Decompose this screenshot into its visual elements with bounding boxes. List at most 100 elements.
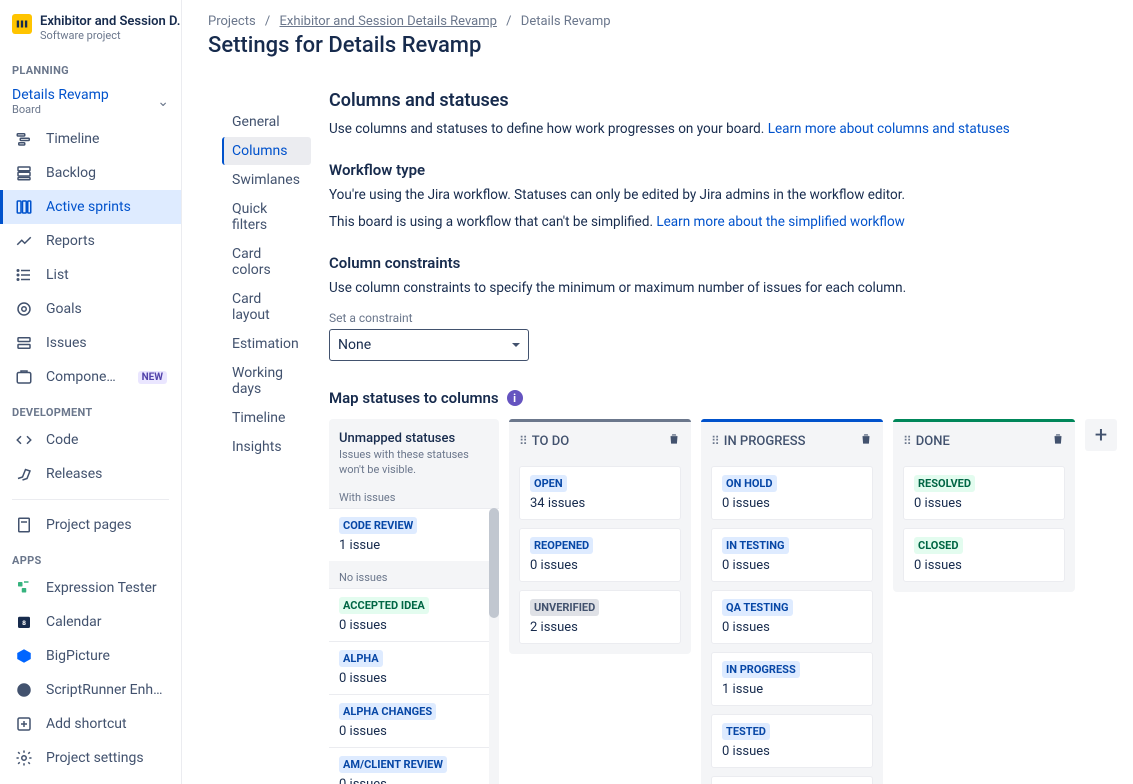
workflow-desc-1: You're using the Jira workflow. Statuses…: [329, 185, 1117, 207]
status-lozenge: ON HOLD: [722, 475, 777, 492]
settings-nav-working-days[interactable]: Working days: [222, 359, 311, 403]
sidebar-item-bigpicture[interactable]: BigPicture: [0, 639, 181, 673]
column-title[interactable]: DONE: [916, 434, 950, 449]
status-row[interactable]: ALPHA0 issues: [329, 641, 499, 694]
columns-learn-more-link[interactable]: Learn more about columns and statuses: [768, 121, 1010, 137]
status-card[interactable]: IN TESTING 0 issues: [711, 528, 873, 582]
project-subtitle: Software project: [40, 29, 182, 42]
drag-handle-icon[interactable]: ⠿: [711, 435, 718, 447]
scriptrunner-icon: [14, 680, 34, 700]
board-selector[interactable]: Details Revamp Board ⌄: [0, 81, 181, 122]
sidebar-item-scriptrunner[interactable]: ScriptRunner Enhanced ...: [0, 673, 181, 707]
issue-count: 0 issues: [339, 724, 489, 739]
issue-count: 0 issues: [339, 777, 489, 784]
section-dev-label: DEVELOPMENT: [0, 394, 181, 423]
issues-icon: [14, 333, 34, 353]
issue-count: 34 issues: [530, 496, 670, 511]
scrollbar[interactable]: [489, 508, 499, 784]
status-card[interactable]: REOPENED 0 issues: [519, 528, 681, 582]
breadcrumb-project-link[interactable]: Exhibitor and Session Details Revamp: [280, 14, 497, 29]
sidebar-item-expression-tester[interactable]: Expression Tester: [0, 571, 181, 605]
nav-label: List: [46, 267, 69, 283]
status-card[interactable]: RESOLVED 0 issues: [903, 466, 1065, 520]
nav-label: BigPicture: [46, 648, 110, 664]
delete-column-icon[interactable]: [859, 432, 873, 450]
bigpicture-icon: [14, 646, 34, 666]
status-card[interactable]: UNVERIFIED 2 issues: [519, 590, 681, 644]
sidebar-item-reports[interactable]: Reports: [0, 224, 181, 258]
status-card[interactable]: OPEN 34 issues: [519, 466, 681, 520]
columns-desc: Use columns and statuses to define how w…: [329, 119, 1117, 141]
info-icon[interactable]: i: [507, 390, 523, 406]
status-row[interactable]: CODE REVIEW1 issue: [329, 508, 499, 561]
sidebar-item-active-sprints[interactable]: Active sprints: [0, 190, 181, 224]
settings-nav-swimlanes[interactable]: Swimlanes: [222, 166, 311, 194]
settings-nav-general[interactable]: General: [222, 108, 311, 136]
chevron-down-icon: ⌄: [157, 94, 169, 110]
status-card[interactable]: ON HOLD 0 issues: [711, 466, 873, 520]
issue-count: 2 issues: [530, 620, 670, 635]
main-content: Projects / Exhibitor and Session Details…: [182, 0, 1133, 784]
status-row[interactable]: ACCEPTED IDEA0 issues: [329, 588, 499, 641]
columns-heading: Columns and statuses: [329, 90, 1117, 111]
status-card[interactable]: QA TESTING 0 issues: [711, 590, 873, 644]
constraints-desc: Use column constraints to specify the mi…: [329, 278, 1117, 300]
sidebar-item-list[interactable]: List: [0, 258, 181, 292]
page-title: Settings for Details Revamp: [208, 33, 1117, 58]
drag-handle-icon[interactable]: ⠿: [519, 435, 526, 447]
sidebar-item-releases[interactable]: Releases: [0, 457, 181, 491]
status-card[interactable]: GENERAL TESTING 7 issues: [711, 776, 873, 784]
reports-icon: [14, 231, 34, 251]
sidebar-item-project-pages[interactable]: Project pages: [0, 508, 181, 542]
column-title[interactable]: IN PROGRESS: [724, 434, 806, 449]
nav-label: Expression Tester: [46, 580, 157, 596]
status-lozenge: ALPHA: [339, 650, 383, 667]
settings-nav-card-colors[interactable]: Card colors: [222, 240, 311, 284]
sidebar-item-backlog[interactable]: Backlog: [0, 156, 181, 190]
constraint-select[interactable]: None: [329, 329, 529, 361]
board-name: Details Revamp: [12, 87, 109, 103]
nav-label: Project pages: [46, 517, 132, 533]
project-header[interactable]: Exhibitor and Session D... Software proj…: [0, 10, 181, 52]
calendar-icon: 8: [14, 612, 34, 632]
breadcrumb-projects[interactable]: Projects: [208, 14, 256, 29]
workflow-learn-more-link[interactable]: Learn more about the simplified workflow: [656, 214, 904, 230]
delete-column-icon[interactable]: [667, 432, 681, 450]
settings-nav-estimation[interactable]: Estimation: [222, 330, 311, 358]
delete-column-icon[interactable]: [1051, 432, 1065, 450]
status-card[interactable]: CLOSED 0 issues: [903, 528, 1065, 582]
add-column-button[interactable]: +: [1085, 419, 1117, 451]
sidebar-item-components[interactable]: Components NEW: [0, 360, 181, 394]
status-lozenge: TESTED: [722, 723, 770, 740]
status-card[interactable]: IN PROGRESS 1 issue: [711, 652, 873, 706]
column-title[interactable]: TO DO: [532, 434, 569, 449]
settings-nav-insights[interactable]: Insights: [222, 433, 311, 461]
project-avatar-icon: [12, 14, 32, 34]
drag-handle-icon[interactable]: ⠿: [903, 435, 910, 447]
no-issues-label: No issues: [329, 561, 499, 588]
sidebar-item-add-shortcut[interactable]: Add shortcut: [0, 707, 181, 741]
settings-nav-columns[interactable]: Columns: [222, 137, 311, 165]
status-lozenge: UNVERIFIED: [530, 599, 599, 616]
status-card[interactable]: TESTED 0 issues: [711, 714, 873, 768]
nav-label: Goals: [46, 301, 82, 317]
issue-count: 0 issues: [722, 744, 862, 759]
status-lozenge: IN PROGRESS: [722, 661, 800, 678]
status-lozenge: RESOLVED: [914, 475, 975, 492]
sidebar-item-goals[interactable]: Goals: [0, 292, 181, 326]
settings-nav-timeline[interactable]: Timeline: [222, 404, 311, 432]
status-lozenge: REOPENED: [530, 537, 593, 554]
list-icon: [14, 265, 34, 285]
board-icon: [14, 197, 34, 217]
sidebar-item-timeline[interactable]: Timeline: [0, 122, 181, 156]
sidebar-item-issues[interactable]: Issues: [0, 326, 181, 360]
issue-count: 0 issues: [530, 558, 670, 573]
status-row[interactable]: AM/CLIENT REVIEW0 issues: [329, 747, 499, 784]
breadcrumb-sep: /: [265, 14, 270, 29]
status-row[interactable]: ALPHA CHANGES0 issues: [329, 694, 499, 747]
sidebar-item-calendar[interactable]: 8 Calendar: [0, 605, 181, 639]
settings-nav-quick-filters[interactable]: Quick filters: [222, 195, 311, 239]
settings-nav-card-layout[interactable]: Card layout: [222, 285, 311, 329]
sidebar-item-project-settings[interactable]: Project settings: [0, 741, 181, 775]
sidebar-item-code[interactable]: Code: [0, 423, 181, 457]
